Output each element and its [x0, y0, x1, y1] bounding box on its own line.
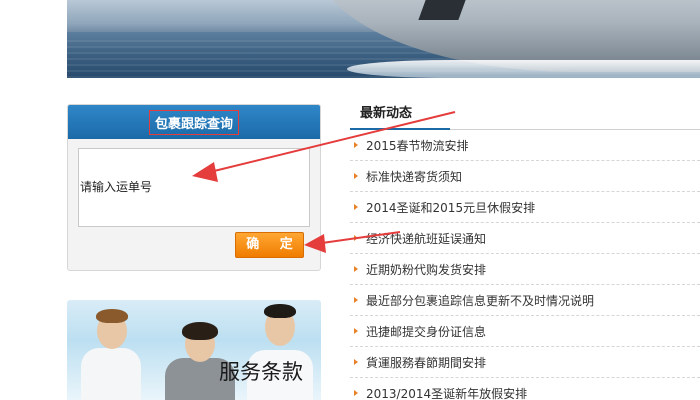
bullet-icon	[354, 328, 358, 334]
bullet-icon	[354, 173, 358, 179]
ship-detail	[418, 0, 466, 20]
tracking-panel: 包裹跟踪查询 请输入运单号 确 定	[67, 104, 321, 271]
service-terms-banner[interactable]: 服务条款	[67, 300, 321, 400]
news-item[interactable]: 经济快递航班延误通知	[350, 223, 700, 254]
bullet-icon	[354, 359, 358, 365]
bullet-icon	[354, 142, 358, 148]
news-item[interactable]: 2014圣诞和2015元旦休假安排	[350, 192, 700, 223]
bullet-icon	[354, 266, 358, 272]
confirm-button[interactable]: 确 定	[235, 232, 304, 258]
tab-latest-news[interactable]: 最新动态	[350, 100, 450, 130]
news-item-link[interactable]: 经济快递航班延误通知	[366, 230, 486, 247]
news-item-link[interactable]: 2015春节物流安排	[366, 137, 469, 154]
news-item[interactable]: 最近部分包裹追踪信息更新不及时情况说明	[350, 285, 700, 316]
news-item[interactable]: 2015春节物流安排	[350, 130, 700, 161]
news-item-link[interactable]: 最近部分包裹追踪信息更新不及时情况说明	[366, 292, 594, 309]
news-item[interactable]: 迅捷邮提交身份证信息	[350, 316, 700, 347]
bullet-icon	[354, 235, 358, 241]
news-list: 2015春节物流安排 标准快递寄货须知 2014圣诞和2015元旦休假安排 经济…	[350, 130, 700, 400]
news-item-link[interactable]: 貨運服務春節期間安排	[366, 354, 486, 371]
news-item[interactable]: 2013/2014圣诞新年放假安排	[350, 378, 700, 400]
news-item[interactable]: 标准快递寄货须知	[350, 161, 700, 192]
news-item[interactable]: 近期奶粉代购发货安排	[350, 254, 700, 285]
news-header: 最新动态	[350, 100, 700, 130]
latest-news-panel: 最新动态 2015春节物流安排 标准快递寄货须知 2014圣诞和2015元旦休假…	[350, 100, 700, 400]
tracking-header: 包裹跟踪查询	[68, 105, 320, 139]
tracking-title: 包裹跟踪查询	[148, 109, 239, 135]
ship-wake	[347, 60, 700, 78]
news-item[interactable]: 貨運服務春節期間安排	[350, 347, 700, 378]
news-item-link[interactable]: 近期奶粉代购发货安排	[366, 261, 486, 278]
bullet-icon	[354, 297, 358, 303]
bullet-icon	[354, 204, 358, 210]
tracking-number-input[interactable]: 请输入运单号	[78, 148, 310, 227]
service-terms-label: 服务条款	[219, 360, 303, 384]
bullet-icon	[354, 390, 358, 396]
staff-photo-left	[81, 305, 141, 400]
news-item-link[interactable]: 2014圣诞和2015元旦休假安排	[366, 199, 535, 216]
news-item-link[interactable]: 迅捷邮提交身份证信息	[366, 323, 486, 340]
news-item-link[interactable]: 2013/2014圣诞新年放假安排	[366, 385, 527, 400]
hero-banner	[67, 0, 700, 78]
news-item-link[interactable]: 标准快递寄货须知	[366, 168, 462, 185]
